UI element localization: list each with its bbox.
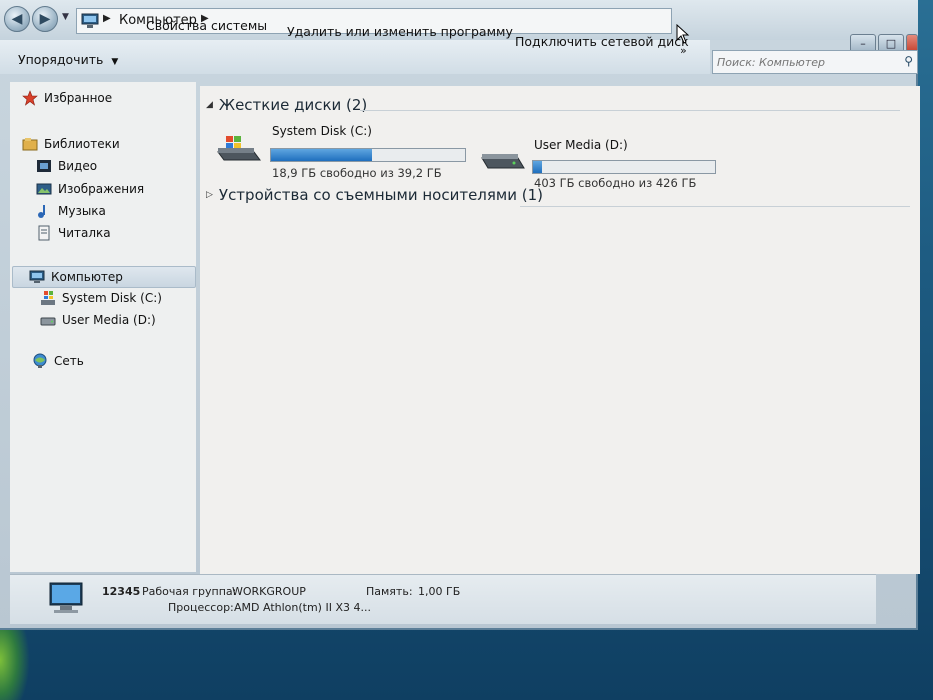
content-area: ◢ Жесткие диски (2) System Disk (C:) 18,… [200,86,920,574]
chevron-down-icon: ▼ [111,57,119,67]
drive-usage-bar [270,148,466,162]
sidebar-item-label: Изображения [58,182,145,196]
drive-usage-bar [532,160,716,174]
video-icon [37,160,51,172]
drive-name: System Disk (C:) [272,124,372,138]
sidebar-item-label: Музыка [58,204,106,218]
system-properties-button[interactable]: Свойства системы [146,18,267,33]
cpu-label: Процессор: [168,601,234,614]
navigation-pane: Избранное Библиотеки Видео Изображения М… [10,82,196,572]
sidebar-item-favorites[interactable]: Избранное [22,90,112,106]
explorer-window: ◀ ▶ ▼ ▶ Компьютер ▶ ▼ ↻ – □ ⚲ Упорядочит… [0,0,920,630]
drive-tile-c[interactable]: System Disk (C:) 18,9 ГБ свободно из 39,… [214,124,474,180]
sidebar-item-label: Сеть [54,354,84,368]
map-network-drive-button[interactable]: Подключить сетевой диск [515,34,689,49]
sidebar-item-label: Читалка [58,226,111,240]
group-header-removable[interactable]: ▷ Устройства со съемными носителями (1) [206,186,543,204]
details-pane: 12345 Рабочая группа: WORKGROUP Память: … [10,574,876,624]
drive-free-space: 18,9 ГБ свободно из 39,2 ГБ [272,166,442,180]
back-button[interactable]: ◀ [4,6,30,32]
sidebar-item-images[interactable]: Изображения [36,181,144,197]
sidebar-item-label: Компьютер [51,270,123,284]
computer-monitor-icon [49,582,83,613]
workgroup-value: WORKGROUP [232,585,306,598]
sidebar-item-drive-d[interactable]: User Media (D:) [40,312,156,328]
group-header-label: Жесткие диски (2) [218,96,368,114]
uninstall-program-button[interactable]: Удалить или изменить программу [287,24,513,39]
hard-drive-icon [40,317,56,326]
computer-icon [29,270,45,283]
more-commands-button[interactable]: » [680,44,687,57]
memory-value: 1,00 ГБ [418,585,461,598]
mouse-cursor-icon [676,24,690,44]
memory-label: Память: [366,585,413,598]
recent-pages-dropdown-icon[interactable]: ▼ [62,12,69,22]
collapse-triangle-icon[interactable]: ◢ [206,100,213,110]
search-icon[interactable]: ⚲ [904,54,913,68]
drive-usage-fill [533,161,543,173]
computer-name: 12345 [102,585,141,598]
images-icon [36,183,52,195]
sidebar-item-music[interactable]: Музыка [36,203,106,219]
sidebar-item-video[interactable]: Видео [36,158,97,174]
sidebar-item-libraries[interactable]: Библиотеки [22,136,120,152]
search-box[interactable]: ⚲ [712,50,918,74]
sidebar-item-label: Библиотеки [44,137,120,151]
forward-button[interactable]: ▶ [32,6,58,32]
sidebar-item-label: Видео [58,159,98,173]
breadcrumb-separator-icon[interactable]: ▶ [103,13,111,24]
libraries-icon [22,138,38,151]
cpu-value: AMD Athlon(tm) II X3 4... [234,601,371,614]
music-icon [38,205,45,218]
group-divider [360,110,900,111]
drive-free-space: 403 ГБ свободно из 426 ГБ [534,176,697,190]
windows-drive-icon [217,136,261,161]
organize-menu-button[interactable]: Упорядочить ▼ [18,52,118,67]
sidebar-item-label: System Disk (C:) [62,291,162,305]
expand-triangle-icon[interactable]: ▷ [206,190,213,200]
search-input[interactable] [717,53,897,71]
windows-drive-icon [41,291,55,305]
sidebar-item-reader[interactable]: Читалка [36,225,111,241]
drive-usage-fill [271,149,372,161]
group-header-hard-disks[interactable]: ◢ Жесткие диски (2) [206,96,367,114]
hard-drive-icon [481,154,525,169]
group-divider [520,206,910,207]
organize-label: Упорядочить [18,52,104,67]
workgroup-label: Рабочая группа: [142,585,237,598]
sidebar-item-label: Избранное [44,91,113,105]
star-icon [22,90,38,106]
sidebar-item-label: User Media (D:) [62,313,156,327]
computer-icon [81,13,99,28]
document-library-icon [38,225,50,241]
sidebar-item-drive-c[interactable]: System Disk (C:) [40,290,162,306]
sidebar-item-computer[interactable]: Компьютер [12,266,196,288]
drive-name: User Media (D:) [534,138,628,152]
group-header-label: Устройства со съемными носителями (1) [218,186,543,204]
sidebar-item-network[interactable]: Сеть [32,353,84,369]
network-icon [33,353,47,368]
